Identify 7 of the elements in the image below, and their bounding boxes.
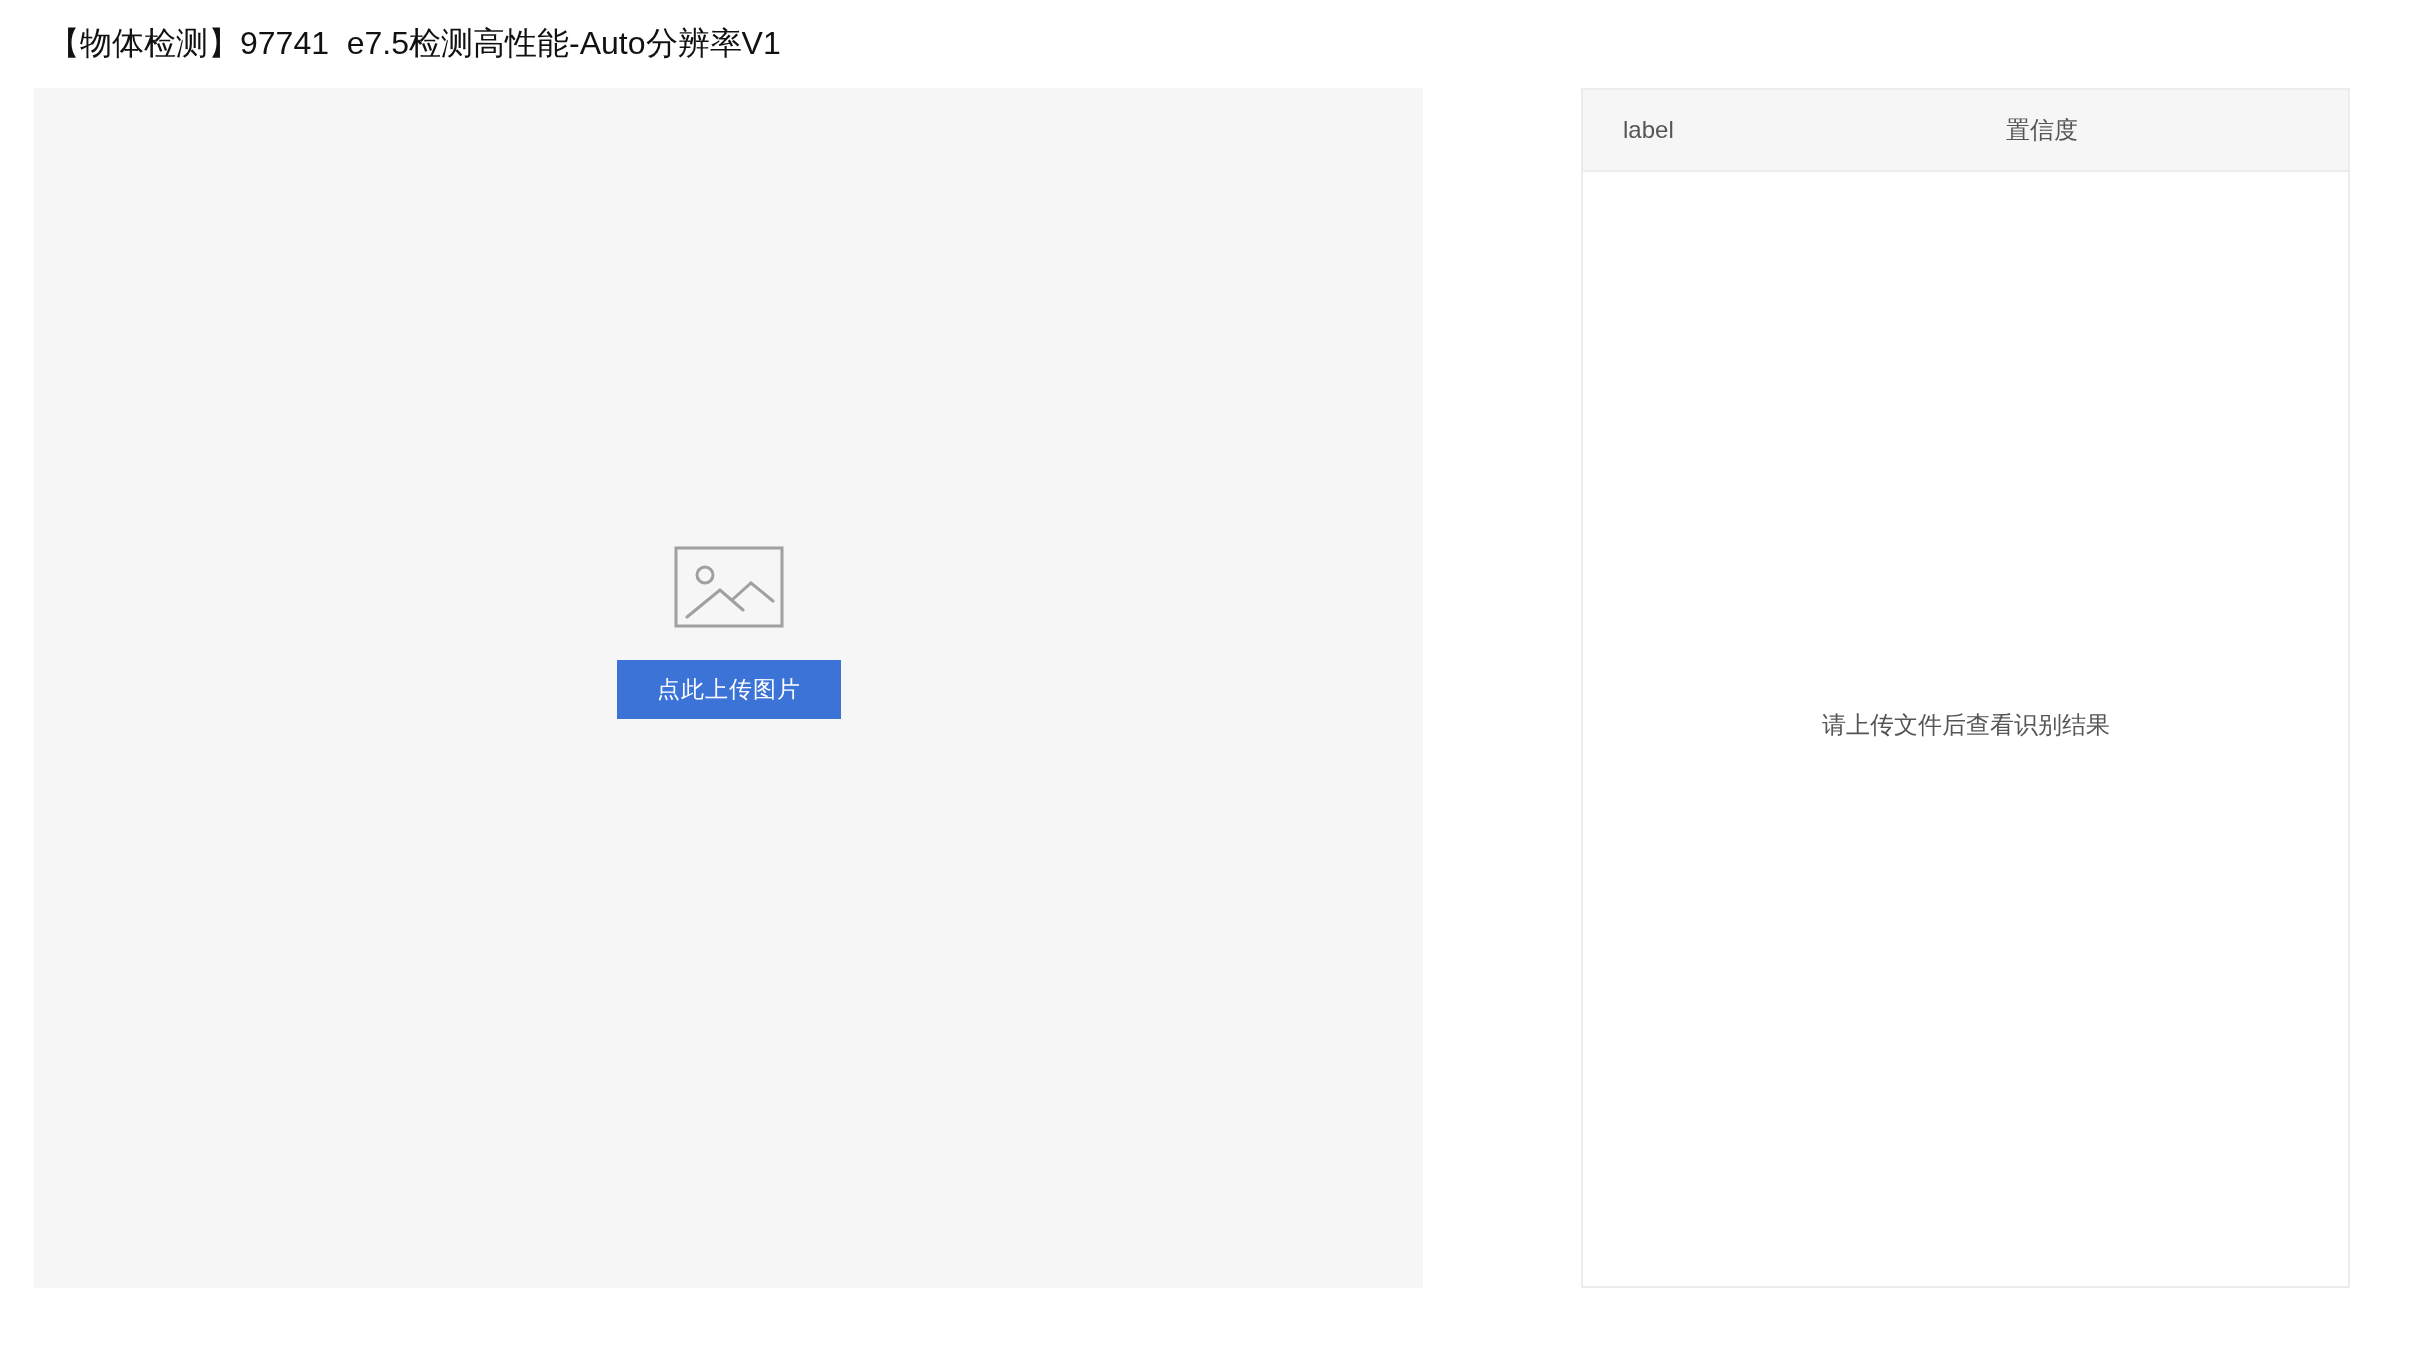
upload-area[interactable]: 点此上传图片 (34, 88, 1423, 1288)
column-header: label (1622, 116, 1675, 144)
image-icon (673, 545, 784, 628)
page-title: 【物体检测】97741 e7.5检测高性能-Auto分辨率V1 (47, 24, 782, 63)
column-header: 置信度 (2004, 115, 2079, 145)
empty-message: 请上传文件后查看识别结果 (1821, 710, 2110, 740)
upload-button[interactable]: 点此上传图片 (616, 659, 841, 719)
